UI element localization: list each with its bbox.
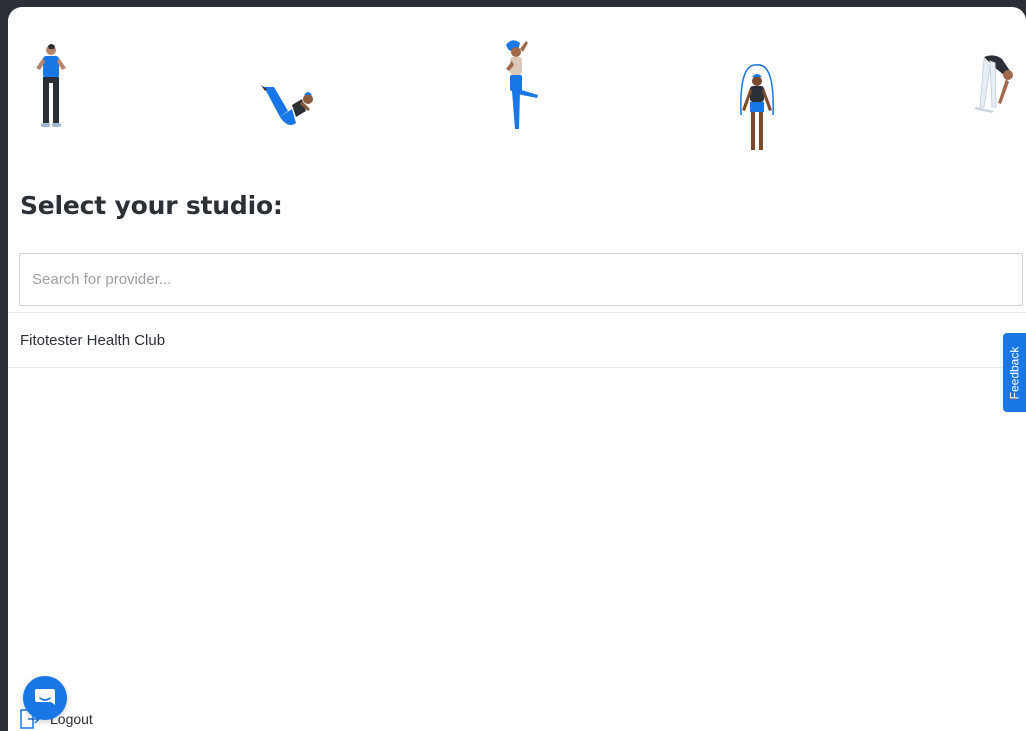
page-title: Select your studio:: [20, 191, 283, 220]
studio-select-panel: Select your studio: Fitotester Health Cl…: [8, 7, 1026, 731]
jump-rope-icon: [740, 64, 774, 150]
search-input[interactable]: [19, 253, 1023, 306]
chat-icon: [35, 689, 55, 705]
pilates-v-sit-icon: [261, 85, 313, 125]
forward-bend-icon: [974, 55, 1013, 113]
balance-pose-icon: [506, 40, 538, 129]
provider-name: Fitotester Health Club: [20, 331, 166, 349]
provider-list: Fitotester Health Club: [8, 312, 1026, 368]
feedback-button[interactable]: Feedback: [1003, 333, 1026, 412]
chat-launcher-button[interactable]: [23, 676, 67, 720]
standing-athlete-icon: [36, 44, 66, 127]
list-item[interactable]: Fitotester Health Club: [8, 312, 1026, 368]
feedback-label: Feedback: [1007, 346, 1022, 399]
